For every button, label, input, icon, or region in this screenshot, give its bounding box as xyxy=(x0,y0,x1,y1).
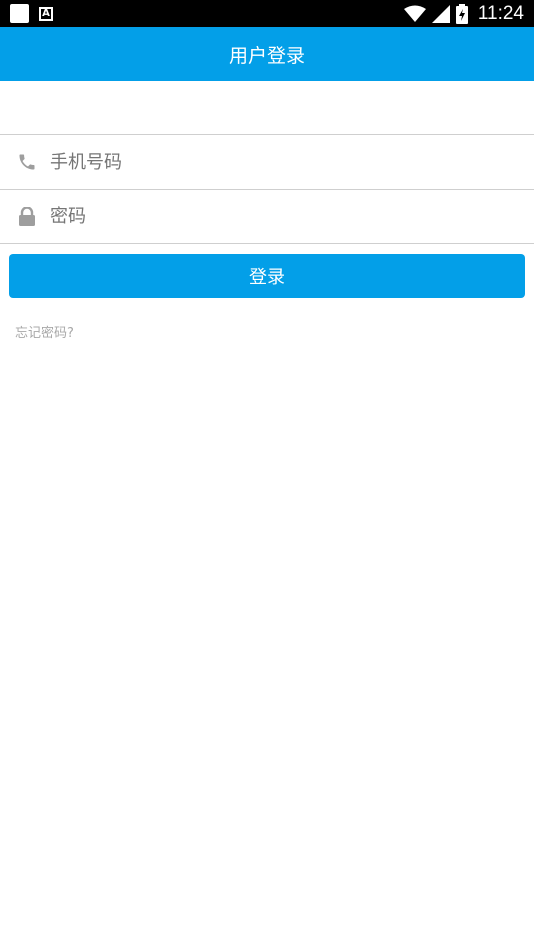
phone-input[interactable] xyxy=(48,150,534,174)
password-field[interactable] xyxy=(0,189,534,244)
signal-icon xyxy=(431,4,450,23)
phone-field[interactable] xyxy=(0,134,534,189)
status-time: 11:24 xyxy=(477,2,524,24)
forgot-password-link[interactable]: 忘记密码? xyxy=(15,322,74,341)
lock-icon xyxy=(16,206,38,228)
square-notification-icon xyxy=(10,4,29,23)
login-form xyxy=(0,134,534,244)
battery-charging-icon xyxy=(455,3,468,24)
app-bar: 用户登录 xyxy=(0,27,534,81)
status-indicators: 11:24 xyxy=(403,2,524,24)
password-input[interactable] xyxy=(48,205,534,228)
status-bar: A 11:24 xyxy=(0,0,534,27)
a-notification-icon: A xyxy=(39,6,53,21)
status-notifications: A xyxy=(10,4,53,23)
login-button[interactable]: 登录 xyxy=(9,254,525,298)
wifi-icon xyxy=(403,5,426,22)
page-title: 用户登录 xyxy=(228,44,305,67)
phone-icon xyxy=(16,151,38,173)
